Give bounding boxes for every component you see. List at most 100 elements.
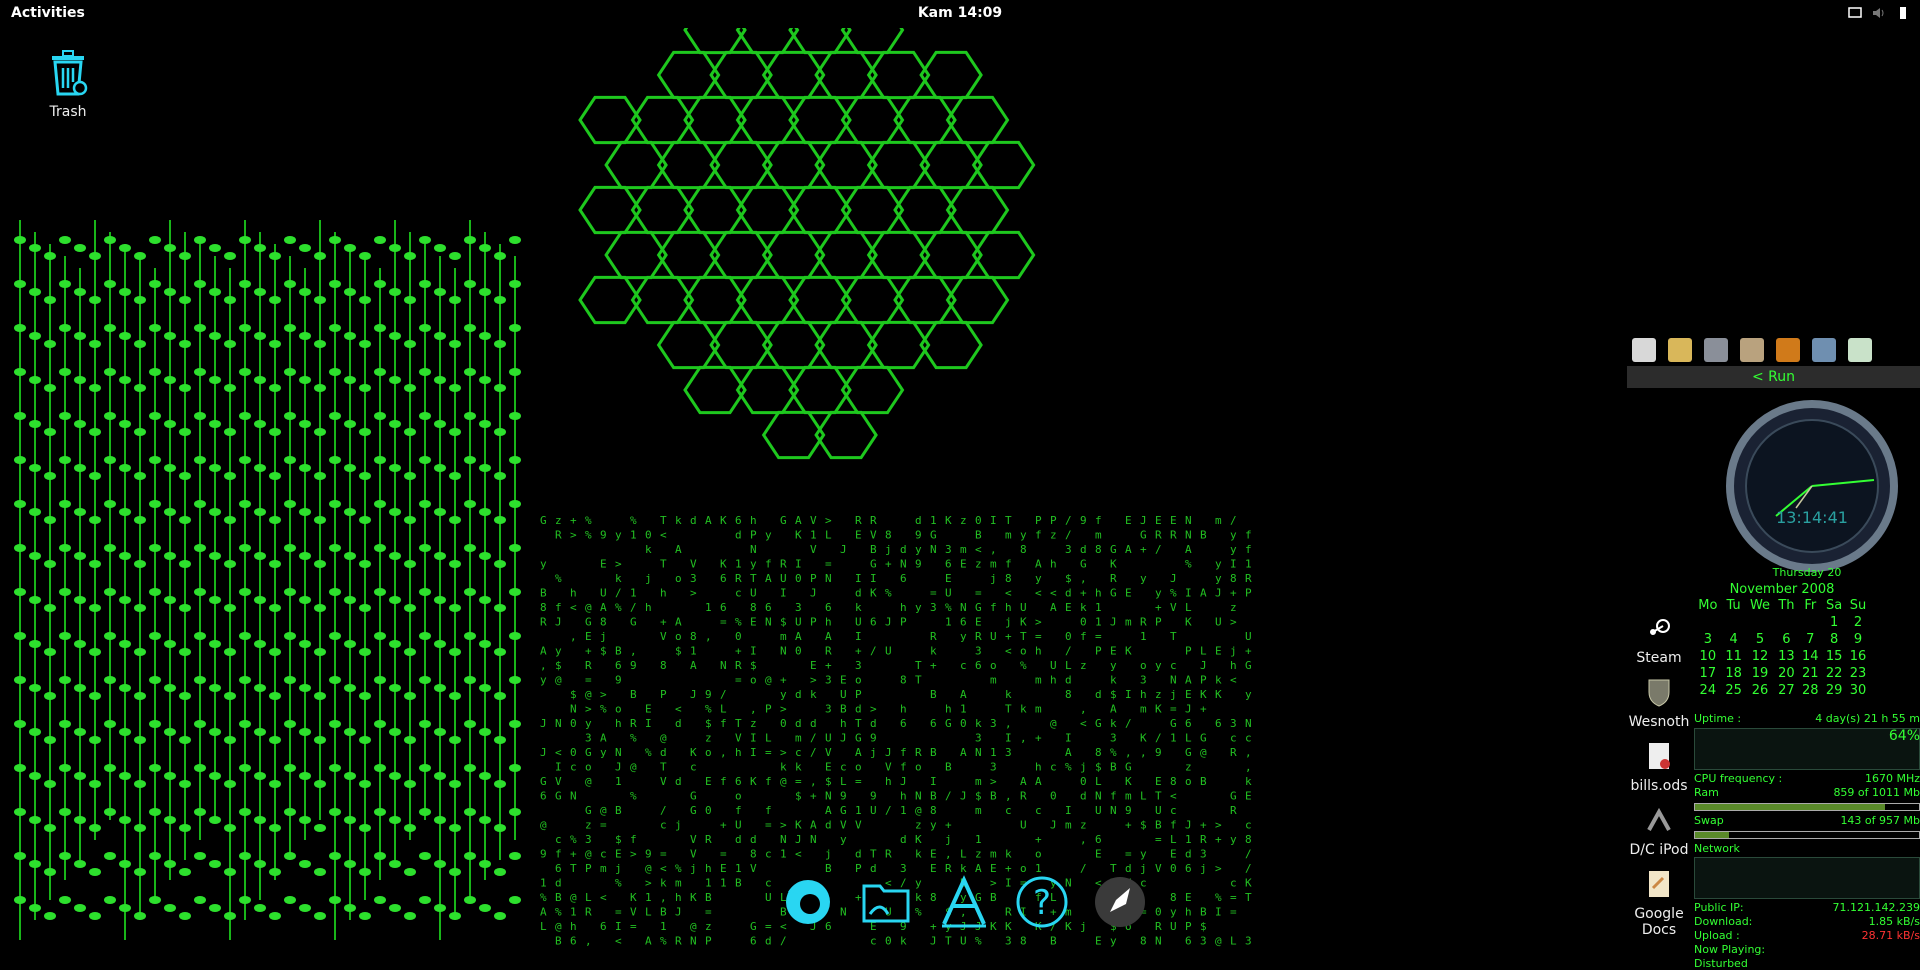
circuit-pad (494, 296, 506, 304)
circuit-pad (359, 648, 371, 656)
circuit-pad (179, 648, 191, 656)
circuit-pad (89, 648, 101, 656)
matrix-glyph: V (885, 761, 892, 774)
circuit-pad (239, 236, 251, 244)
matrix-glyph: R (885, 848, 892, 861)
help-launcher[interactable]: ? (1012, 872, 1072, 932)
bills-ods-file[interactable]: bills.ods (1626, 740, 1692, 794)
calendar-week: 24 25 26 27 28 29 30 (1694, 682, 1870, 699)
circuit-pad (359, 604, 371, 612)
circuit-pad (344, 288, 356, 296)
clock-button[interactable]: Kam 14:09 (918, 5, 1002, 21)
matrix-glyph: $ (600, 645, 607, 658)
software-center-launcher[interactable] (934, 872, 994, 932)
circuit-pad (89, 252, 101, 260)
matrix-glyph: 0 (1080, 616, 1087, 629)
matrix-glyph: I (1185, 587, 1192, 600)
launcher-rocket[interactable] (1090, 872, 1150, 932)
matrix-glyph: G (855, 732, 862, 745)
steam-app[interactable]: Steam (1626, 612, 1692, 666)
ipod-app[interactable]: D/C iPod (1626, 804, 1692, 858)
matrix-glyph: 1 (900, 804, 907, 817)
matrix-glyph: 1 (810, 529, 817, 542)
matrix-glyph: 0 (960, 717, 967, 730)
circuit-pad (74, 904, 86, 912)
matrix-glyph: K (1140, 732, 1147, 745)
matrix-glyph: h (1035, 645, 1042, 658)
calendar-day: 20 (1778, 666, 1795, 681)
matrix-glyph: K (1110, 558, 1117, 571)
matrix-glyph: / (780, 935, 787, 948)
circuit-pad (44, 604, 56, 612)
tools-icon[interactable] (1740, 338, 1764, 362)
firefox-launcher[interactable] (778, 872, 838, 932)
circuit-pad (449, 472, 461, 480)
circuit-pad (44, 472, 56, 480)
circuit-pad (14, 236, 26, 244)
system-tray[interactable] (1848, 6, 1910, 20)
google-docs-app[interactable]: Google Docs (1626, 868, 1692, 938)
circuit-pad (149, 500, 161, 508)
svg-text:?: ? (1033, 883, 1051, 923)
circuit-pad (434, 596, 446, 604)
circuit-pad (494, 648, 506, 656)
matrix-glyph: m (1065, 819, 1072, 832)
circuit-pad (494, 384, 506, 392)
circuit-pad (419, 368, 431, 376)
circuit-pad (209, 244, 221, 252)
circuit-pad (104, 324, 116, 332)
network-graph (1694, 857, 1920, 899)
matrix-glyph: y (1245, 688, 1252, 701)
circuit-pad (164, 508, 176, 516)
matrix-glyph: L (1170, 833, 1177, 846)
circuit-pad (194, 896, 206, 904)
battery-icon[interactable] (1896, 6, 1910, 20)
matrix-glyph: d (915, 514, 922, 527)
matrix-glyph: % (630, 732, 637, 745)
activities-button[interactable]: Activities (11, 5, 85, 21)
matrix-glyph: R (1245, 572, 1252, 585)
screen-icon[interactable] (1848, 6, 1862, 20)
matrix-glyph: R (630, 717, 637, 730)
penguin-icon[interactable] (1812, 338, 1836, 362)
calendar-day: 2 (1853, 615, 1863, 630)
display-icon[interactable] (1848, 338, 1872, 362)
circuit-pad (404, 868, 416, 876)
matrix-glyph: L (720, 703, 727, 716)
volume-icon[interactable] (1872, 6, 1886, 20)
run-button[interactable]: < Run (1627, 366, 1920, 388)
download-value: 1.85 kB/s (1868, 915, 1920, 928)
circuit-pad (104, 500, 116, 508)
matrix-glyph: G (690, 790, 697, 803)
matrix-glyph: / (810, 746, 817, 759)
matrix-glyph: $ (1095, 761, 1102, 774)
circuit-pad (194, 588, 206, 596)
matrix-glyph: k (1005, 688, 1012, 701)
terminal-icon[interactable] (1632, 338, 1656, 362)
ram-bar (1694, 803, 1920, 811)
matrix-glyph: k (795, 761, 802, 774)
circuit-pad (494, 692, 506, 700)
matrix-glyph: 3 (930, 601, 937, 614)
matrix-glyph: m (1035, 674, 1042, 687)
google-docs-icon (1649, 871, 1669, 897)
circuit-pad (104, 896, 116, 904)
circuit-pad (164, 860, 176, 868)
circuit-pad (134, 604, 146, 612)
matrix-glyph: 8 (1170, 775, 1177, 788)
matrix-glyph: / (720, 688, 727, 701)
circuit-pad (224, 868, 236, 876)
notes-icon[interactable] (1668, 338, 1692, 362)
circuit-pad (344, 684, 356, 692)
matrix-glyph: B (930, 746, 937, 759)
close-x-icon[interactable] (1776, 338, 1800, 362)
circuit-pad (269, 428, 281, 436)
matrix-glyph: , (570, 630, 577, 643)
weekday-label: Su (1849, 598, 1867, 613)
wesnoth-app[interactable]: Wesnoth (1626, 676, 1692, 730)
settings-icon[interactable] (1704, 338, 1728, 362)
matrix-glyph: A (960, 688, 967, 701)
trash-desktop-icon[interactable]: Trash (40, 48, 96, 120)
matrix-glyph: N (780, 645, 787, 658)
files-launcher[interactable] (856, 872, 916, 932)
